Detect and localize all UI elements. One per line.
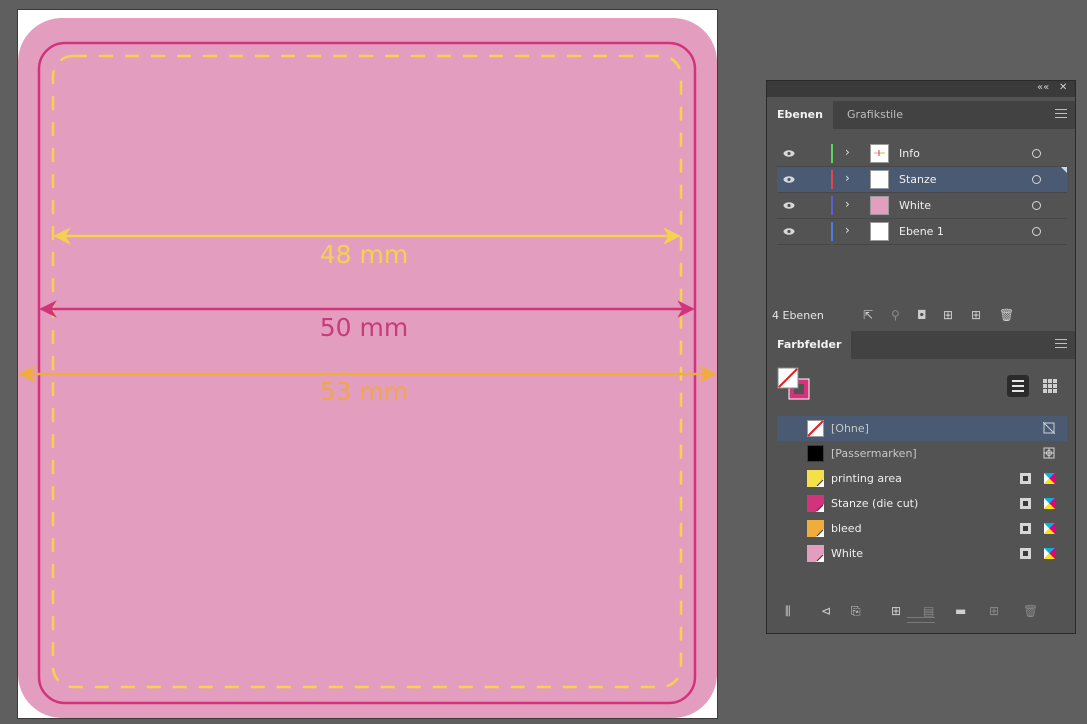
cmyk-mode-icon — [1044, 523, 1055, 534]
swatch-row-none[interactable]: [Ohne] — [777, 416, 1067, 441]
swatch-row-stanze[interactable]: Stanze (die cut) — [777, 491, 1067, 516]
swatch-options-icon[interactable]: ⎘ — [851, 604, 861, 619]
target-icon[interactable] — [1032, 175, 1041, 184]
swatch-name: [Ohne] — [831, 422, 869, 435]
layer-row-ebene-1[interactable]: › Ebene 1 — [777, 219, 1067, 245]
swatch-name: White — [831, 547, 863, 560]
artwork-canvas[interactable]: 48 mm 50 mm 53 mm — [18, 10, 717, 718]
layers-footer: 4 Ebenen ⇱ ⚲ ◘ ⊞ ⊞ 🗑 — [767, 305, 1075, 327]
list-view-button[interactable] — [1007, 375, 1029, 397]
target-icon[interactable] — [1032, 201, 1041, 210]
list-view-icon — [1012, 380, 1024, 392]
spot-color-icon — [1020, 548, 1031, 559]
registration-icon — [1043, 447, 1055, 459]
tab-farbfelder[interactable]: Farbfelder — [767, 331, 852, 359]
resize-grip[interactable] — [907, 617, 935, 623]
printing-dimension-label: 48 mm — [320, 240, 408, 269]
layer-thumbnail — [870, 144, 889, 163]
swatches-tab-row: Farbfelder — [767, 331, 1075, 359]
trash-icon[interactable]: 🗑 — [1023, 604, 1038, 618]
layer-name[interactable]: Stanze — [899, 173, 937, 186]
search-icon[interactable]: ⚲ — [891, 308, 900, 322]
swatch-name: printing area — [831, 472, 902, 485]
swatch-name: bleed — [831, 522, 862, 535]
eye-icon[interactable] — [783, 228, 795, 235]
layer-name[interactable]: White — [899, 199, 931, 212]
layer-name[interactable]: Info — [899, 147, 920, 160]
trash-icon[interactable]: 🗑 — [999, 308, 1014, 322]
expand-chevron-icon[interactable]: › — [845, 171, 850, 185]
layer-count: 4 Ebenen — [772, 309, 824, 322]
registration-swatch-chip — [807, 445, 824, 462]
cmyk-mode-icon — [1044, 548, 1055, 559]
spot-swatch-chip — [807, 495, 824, 512]
bleed-area — [18, 18, 717, 718]
eye-icon[interactable] — [783, 202, 795, 209]
expand-chevron-icon[interactable]: › — [845, 145, 850, 159]
layer-color-bar — [831, 144, 833, 163]
layers-list: › Info › Stanze › White › Ebene 1 — [777, 139, 1067, 297]
clip-icon[interactable]: ◘ — [917, 308, 927, 322]
folder-icon[interactable]: ▬ — [955, 604, 966, 618]
eye-icon[interactable] — [783, 176, 795, 183]
expand-chevron-icon[interactable]: › — [845, 197, 850, 211]
show-kinds-icon[interactable]: ⊲ — [821, 604, 831, 618]
swatch-row-bleed[interactable]: bleed — [777, 516, 1067, 541]
collapse-panels-icon[interactable]: «« — [1037, 82, 1049, 93]
layer-color-bar — [831, 222, 833, 241]
cmyk-mode-icon — [1044, 473, 1055, 484]
panel-dock: «« ✕ Ebenen Grafikstile › Info › Stanze — [766, 80, 1076, 634]
layer-thumbnail — [870, 170, 889, 189]
expand-chevron-icon[interactable]: › — [845, 223, 850, 237]
swatches-footer: ⫼ ⊲ ⎘ ⊞ ▤ ▬ ⊞ 🗑 — [767, 601, 1075, 623]
eye-icon[interactable] — [783, 150, 795, 157]
sublayer-icon[interactable]: ⊞ — [943, 308, 953, 322]
spot-color-icon — [1020, 523, 1031, 534]
swatch-row-printing-area[interactable]: printing area — [777, 466, 1067, 491]
tab-ebenen[interactable]: Ebenen — [767, 101, 833, 129]
spot-swatch-chip — [807, 470, 824, 487]
layer-color-bar — [831, 170, 833, 189]
layer-color-bar — [831, 196, 833, 215]
cmyk-mode-icon — [1044, 498, 1055, 509]
artboard[interactable]: 48 mm 50 mm 53 mm — [18, 10, 717, 718]
swatch-row-white[interactable]: White — [777, 541, 1067, 566]
layer-thumbnail — [870, 222, 889, 241]
layer-row-stanze[interactable]: › Stanze — [777, 167, 1067, 193]
bleed-dimension-label: 53 mm — [320, 377, 408, 406]
layer-thumbnail — [870, 196, 889, 215]
layer-row-white[interactable]: › White — [777, 193, 1067, 219]
grid-view-button[interactable] — [1039, 375, 1061, 397]
spot-swatch-chip — [807, 545, 824, 562]
close-panel-icon[interactable]: ✕ — [1059, 82, 1067, 93]
tab-grafikstile[interactable]: Grafikstile — [837, 101, 913, 129]
new-layer-icon[interactable]: ⊞ — [971, 308, 981, 322]
layer-row-info[interactable]: › Info — [777, 141, 1067, 167]
panel-menu-icon[interactable] — [1055, 339, 1067, 349]
none-swatch-icon — [807, 420, 824, 437]
layer-name[interactable]: Ebene 1 — [899, 225, 944, 238]
grid-view-icon — [1043, 379, 1057, 393]
swatch-row-passermarken[interactable]: [Passermarken] — [777, 441, 1067, 466]
target-icon[interactable] — [1032, 149, 1041, 158]
panel-menu-icon[interactable] — [1055, 109, 1067, 119]
edit-group-icon[interactable]: ▤ — [923, 604, 934, 618]
diecut-dimension-label: 50 mm — [320, 313, 408, 342]
library-icon[interactable]: ⫼ — [785, 604, 791, 619]
no-color-icon — [1043, 422, 1055, 434]
panel-topbar: «« ✕ — [767, 81, 1075, 97]
layers-tab-row: Ebenen Grafikstile — [767, 101, 1075, 129]
export-icon[interactable]: ⇱ — [863, 308, 873, 322]
spot-color-icon — [1020, 473, 1031, 484]
swatch-name: Stanze (die cut) — [831, 497, 919, 510]
target-icon[interactable] — [1032, 227, 1041, 236]
spot-color-icon — [1020, 498, 1031, 509]
spot-swatch-chip — [807, 520, 824, 537]
fill-stroke-icon[interactable] — [777, 367, 811, 401]
selection-indicator-icon — [1061, 167, 1067, 173]
swatch-name: [Passermarken] — [831, 447, 917, 460]
color-group-icon[interactable]: ⊞ — [891, 604, 901, 618]
new-swatch-icon[interactable]: ⊞ — [989, 604, 999, 618]
